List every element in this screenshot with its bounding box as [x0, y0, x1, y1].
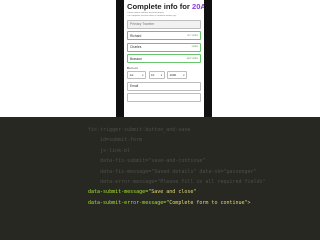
email-field[interactable]: Email	[127, 81, 201, 91]
code-line-submit-error: data-submit-error-message="Complete form…	[88, 198, 320, 208]
form-title-accent: 20A	[191, 2, 204, 11]
code-attribute: data-submit-error-message=	[88, 199, 167, 206]
phone-mockup: Complete info for 20A Please add or remo…	[116, 0, 212, 122]
field-value: Email	[130, 84, 139, 89]
birth-year-select[interactable]: 1990 ▾	[167, 71, 187, 80]
field-hint: visible	[191, 46, 198, 49]
code-panel: fis-trigger-submit-button_and-save id=su…	[0, 117, 320, 240]
field-value: Primary Traveler	[130, 22, 155, 27]
date-of-birth-label: Born on	[127, 66, 138, 71]
field-hint: ok / visible	[187, 34, 198, 37]
form-note: The complete account have to continue bu…	[127, 14, 177, 17]
code-line: data-fis-submit="save-and-continue"	[88, 158, 206, 165]
phone-screen: Complete info for 20A Please add or remo…	[124, 0, 204, 122]
birth-day-select[interactable]: 10 ▾	[148, 71, 165, 80]
field-hint: also visible	[186, 57, 198, 60]
chevron-down-icon: ▾	[142, 73, 144, 77]
form-title: Complete info for 20A	[127, 2, 204, 11]
field-value: Charles	[130, 45, 142, 50]
field-value: Richard	[130, 33, 142, 38]
birth-month-select[interactable]: Jul ▾	[127, 71, 146, 80]
code-line: data-fis-message="Saved details" data-ok…	[88, 168, 257, 175]
date-of-birth-row: Jul ▾ 10 ▾ 1990 ▾	[127, 71, 201, 80]
chevron-down-icon: ▾	[160, 73, 162, 77]
traveler-type-field[interactable]: Primary Traveler	[127, 19, 201, 29]
first-name-field[interactable]: Richard ok / visible	[127, 31, 201, 41]
phone-number-field[interactable]	[127, 93, 201, 103]
chevron-down-icon: ▾	[183, 73, 185, 77]
code-attribute: data-submit-message=	[88, 189, 149, 196]
code-line-submit-message: data-submit-message="Save and close"	[88, 187, 320, 197]
code-string: "Complete form to continue">	[166, 199, 251, 206]
code-line: js-link-bl	[88, 147, 131, 154]
middle-name-field[interactable]: Charles visible	[127, 42, 201, 52]
last-name-field[interactable]: Brasson also visible	[127, 54, 201, 64]
code-string: "Save and close"	[148, 189, 197, 196]
field-value: Brasson	[130, 56, 143, 61]
code-line: id=submit-form	[88, 137, 143, 144]
code-line: data-error-message="Please fill in all r…	[88, 178, 266, 185]
code-line: fis-trigger-submit-button_and-save	[88, 127, 191, 133]
